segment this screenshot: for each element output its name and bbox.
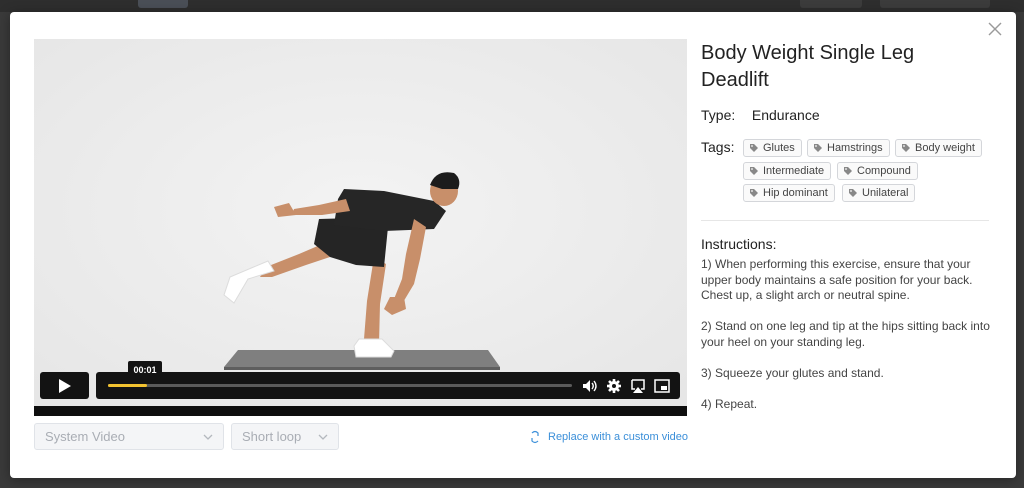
exercise-type: Type: Endurance xyxy=(701,107,820,123)
tag-label: Unilateral xyxy=(862,187,909,199)
current-time-tooltip: 00:01 xyxy=(128,361,162,382)
divider xyxy=(701,220,989,221)
chevron-down-icon xyxy=(318,434,328,440)
player-controls xyxy=(96,372,680,399)
tag-icon xyxy=(902,144,910,152)
tag-icon xyxy=(814,144,822,152)
tags-label: Tags: xyxy=(701,139,735,155)
tag-label: Compound xyxy=(857,165,911,177)
tag-label: Body weight xyxy=(915,142,975,154)
loop-type-value: Short loop xyxy=(242,429,302,444)
tag-label: Hip dominant xyxy=(763,187,828,199)
tag-chip: Body weight xyxy=(895,139,982,157)
tag-label: Hamstrings xyxy=(827,142,883,154)
video-source-value: System Video xyxy=(45,429,125,444)
pip-icon[interactable] xyxy=(654,378,670,394)
tag-icon xyxy=(849,189,857,197)
tag-label: Intermediate xyxy=(763,165,825,177)
tag-icon xyxy=(750,167,758,175)
progress-fill xyxy=(108,384,148,387)
instruction-step: 2) Stand on one leg and tip at the hips … xyxy=(701,319,990,349)
replace-video-label: Replace with a custom video xyxy=(548,431,689,443)
tag-chip: Hamstrings xyxy=(807,139,890,157)
instruction-step: 1) When performing this exercise, ensure… xyxy=(701,257,973,303)
play-icon xyxy=(58,378,71,393)
chevron-down-icon xyxy=(203,434,213,440)
seek-bar[interactable] xyxy=(108,384,572,387)
type-label: Type: xyxy=(701,107,736,123)
replace-video-link[interactable]: Replace with a custom video xyxy=(530,429,688,445)
settings-icon[interactable] xyxy=(606,378,622,394)
tag-chip: Glutes xyxy=(743,139,802,157)
tag-chip: Compound xyxy=(837,162,918,180)
video-letterbox xyxy=(34,406,687,416)
play-button[interactable] xyxy=(40,372,89,399)
tag-chip: Unilateral xyxy=(842,184,916,202)
volume-icon[interactable] xyxy=(582,378,598,394)
type-value: Endurance xyxy=(751,107,820,123)
backdrop-element xyxy=(800,0,862,8)
video-frame-athlete xyxy=(34,39,687,416)
tag-icon xyxy=(750,189,758,197)
close-icon[interactable] xyxy=(986,20,1004,38)
tag-icon xyxy=(750,144,758,152)
backdrop-element xyxy=(138,0,188,8)
backdrop-element xyxy=(880,0,990,8)
video-source-select[interactable]: System Video xyxy=(34,423,224,450)
instruction-step: 4) Repeat. xyxy=(701,397,758,411)
loop-type-select[interactable]: Short loop xyxy=(231,423,339,450)
tag-chip: Hip dominant xyxy=(743,184,835,202)
airplay-icon[interactable] xyxy=(630,378,646,394)
exercise-video[interactable] xyxy=(34,39,687,416)
page-backdrop xyxy=(0,0,1024,12)
exercise-title: Body Weight Single Leg Deadlift xyxy=(701,42,915,91)
replace-icon xyxy=(531,430,539,444)
instruction-step: 3) Squeeze your glutes and stand. xyxy=(701,366,884,380)
instructions-title: Instructions: xyxy=(701,236,777,252)
tag-label: Glutes xyxy=(763,142,795,154)
tag-icon xyxy=(844,167,852,175)
tag-chip: Intermediate xyxy=(743,162,832,180)
